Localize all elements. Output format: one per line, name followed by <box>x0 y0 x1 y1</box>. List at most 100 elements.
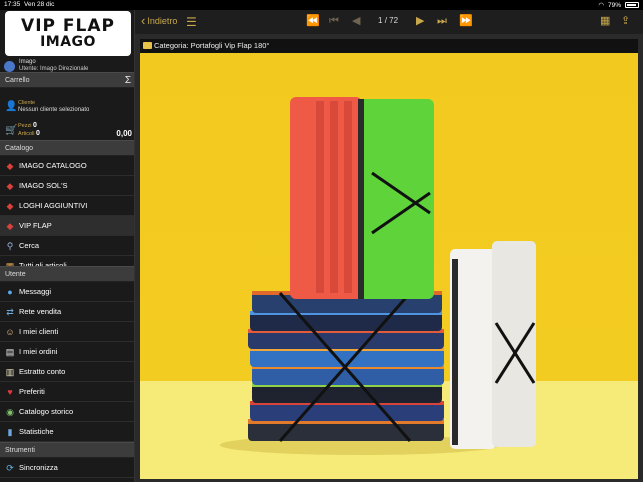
cliente-selector[interactable]: 👤 Cliente Nessun cliente selezionato <box>0 98 134 118</box>
sidebar-item-label: VIP FLAP <box>19 221 52 230</box>
top-toolbar: ‹ Indietro ☰ ⏪ ⏮ ◀ 1 / 72 ▶ ⏭ ⏩ ▦ ⇪ <box>135 10 643 34</box>
sidebar-item-label: Preferiti <box>19 387 45 396</box>
network-icon: ⇄ <box>6 307 14 317</box>
next-icon[interactable]: ▶ <box>416 14 424 28</box>
heart-icon: ♥ <box>7 387 13 397</box>
sidebar-item-estratto-conto[interactable]: ▥ Estratto conto <box>0 362 134 382</box>
sidebar-item-label: Rete vendita <box>19 307 62 316</box>
page-current: 1 <box>378 16 383 25</box>
sidebar-item-label: Cerca <box>19 241 40 250</box>
tag-icon: ◆ <box>6 181 14 191</box>
sidebar-item-statistiche[interactable]: ▮ Statistiche <box>0 422 134 442</box>
folder-icon <box>143 42 152 49</box>
chevron-left-icon: ‹ <box>141 13 146 28</box>
battery-icon <box>625 2 639 8</box>
fast-forward-icon[interactable]: ⏩ <box>459 14 473 28</box>
history-icon: ◉ <box>6 407 14 417</box>
sidebar-item-label: Messaggi <box>19 287 52 296</box>
sidebar-item-label: IMAGO CATALOGO <box>19 161 87 170</box>
sidebar-item-imago-catalogo[interactable]: ◆ IMAGO CATALOGO <box>0 156 134 176</box>
share-icon[interactable]: ⇪ <box>621 14 630 27</box>
person-icon: 👤 <box>5 101 18 112</box>
back-button[interactable]: ‹ Indietro <box>141 14 177 27</box>
category-caption-label: Categoria: Portafogli Vip Flap 180° <box>154 41 270 50</box>
cart-icon: 🛒 <box>5 125 18 136</box>
wallet-standing-red-green <box>290 97 434 299</box>
sync-icon: ⟳ <box>6 463 14 473</box>
section-carrello-label: Carrello <box>5 77 30 84</box>
last-page-icon[interactable]: ⏭ <box>437 14 447 28</box>
sidebar-item-label: Sincronizza <box>19 463 58 472</box>
articoli-value: 0 <box>36 130 40 137</box>
sidebar-item-loghi-aggiuntivi[interactable]: ◆ LOGHI AGGIUNTIVI <box>0 196 134 216</box>
sidebar-item-messaggi[interactable]: ● Messaggi <box>0 282 134 302</box>
sidebar-item-i-miei-ordini[interactable]: ▤ I miei ordini <box>0 342 134 362</box>
user-avatar-icon <box>4 61 15 72</box>
category-caption: Categoria: Portafogli Vip Flap 180° <box>140 39 638 53</box>
clients-icon: ☺ <box>5 327 15 337</box>
sidebar-item-label: I miei ordini <box>19 347 58 356</box>
sidebar-item-label: IMAGO SOL'S <box>19 181 68 190</box>
section-utente: Utente <box>0 266 134 282</box>
rewind-icon[interactable]: ⏪ <box>306 14 320 28</box>
section-catalogo: Catalogo <box>0 140 134 156</box>
stats-icon: ▮ <box>7 427 13 437</box>
tag-icon: ◆ <box>6 201 14 211</box>
previous-icon[interactable]: ◀ <box>352 14 360 28</box>
sidebar-item-label: Statistiche <box>19 427 54 436</box>
wallet-stack <box>248 291 444 442</box>
cart-summary[interactable]: 🛒 Pezzi 0 Articoli 0 0,00 <box>0 120 134 140</box>
pezzi-label: Pezzi <box>18 123 32 129</box>
logo-line-1: VIP FLAP <box>21 16 115 36</box>
back-label: Indietro <box>147 15 178 26</box>
sidebar-item-imago-sols[interactable]: ◆ IMAGO SOL'S <box>0 176 134 196</box>
cart-total: 0,00 <box>116 129 132 138</box>
section-catalogo-label: Catalogo <box>5 145 34 152</box>
pezzi-value: 0 <box>32 122 37 129</box>
sidebar-item-preferiti[interactable]: ♥ Preferiti <box>0 382 134 402</box>
articoli-label: Articoli <box>18 131 35 137</box>
page-indicator: 1 / 72 <box>378 16 398 25</box>
orders-icon: ▤ <box>5 347 15 357</box>
sidebar-item-rete-vendita[interactable]: ⇄ Rete vendita <box>0 302 134 322</box>
section-carrello: Carrello Σ <box>0 72 134 88</box>
cliente-value: Nessun cliente selezionato <box>18 107 90 113</box>
page-separator: / <box>384 16 387 25</box>
wallet-standing-white <box>450 241 536 449</box>
statement-icon: ▥ <box>5 367 15 377</box>
status-time: 17:35 <box>4 1 21 8</box>
product-photo[interactable] <box>140 53 638 479</box>
pezzi-row: Pezzi 0 <box>18 122 37 129</box>
first-page-icon[interactable]: ⏮ <box>329 14 339 28</box>
sidebar-item-label: I miei clienti <box>19 327 59 336</box>
main-content: Categoria: Portafogli Vip Flap 180° <box>135 34 643 482</box>
user-name: Imago <box>19 59 36 65</box>
sidebar-item-label: LOGHI AGGIUNTIVI <box>19 201 88 210</box>
battery-percent: 79% <box>607 1 621 9</box>
sidebar-item-label: Estratto conto <box>19 367 66 376</box>
section-strumenti: Strumenti <box>0 442 134 458</box>
wifi-icon: ◠ <box>598 2 604 9</box>
page-total: 72 <box>389 16 399 25</box>
message-icon: ● <box>7 287 13 297</box>
articoli-row: Articoli 0 <box>18 130 40 137</box>
sidebar-item-sincronizza[interactable]: ⟳ Sincronizza <box>0 458 134 478</box>
grid-view-icon[interactable]: ▦ <box>600 16 610 27</box>
wallet-illustration <box>140 97 638 479</box>
menu-icon[interactable]: ☰ <box>186 16 197 28</box>
status-date: Ven 28 dic <box>24 1 55 8</box>
search-icon: ⚲ <box>6 241 14 251</box>
sigma-icon[interactable]: Σ <box>125 73 131 88</box>
section-strumenti-label: Strumenti <box>5 447 35 454</box>
status-right: ◠ 79% <box>598 1 639 9</box>
sidebar-item-cerca[interactable]: ⚲ Cerca <box>0 236 134 256</box>
sidebar-item-vip-flap[interactable]: ◆ VIP FLAP <box>0 216 134 236</box>
sidebar: VIP FLAP IMAGO Imago Utente: Imago Direz… <box>0 10 135 482</box>
tag-icon: ◆ <box>6 161 14 171</box>
sidebar-item-catalogo-storico[interactable]: ◉ Catalogo storico <box>0 402 134 422</box>
section-utente-label: Utente <box>5 271 26 278</box>
brand-logo: VIP FLAP IMAGO <box>5 11 131 56</box>
sidebar-item-label: Catalogo storico <box>19 407 74 416</box>
sidebar-item-i-miei-clienti[interactable]: ☺ I miei clienti <box>0 322 134 342</box>
status-bar: 17:35 Ven 28 dic ◠ 79% <box>0 0 643 10</box>
